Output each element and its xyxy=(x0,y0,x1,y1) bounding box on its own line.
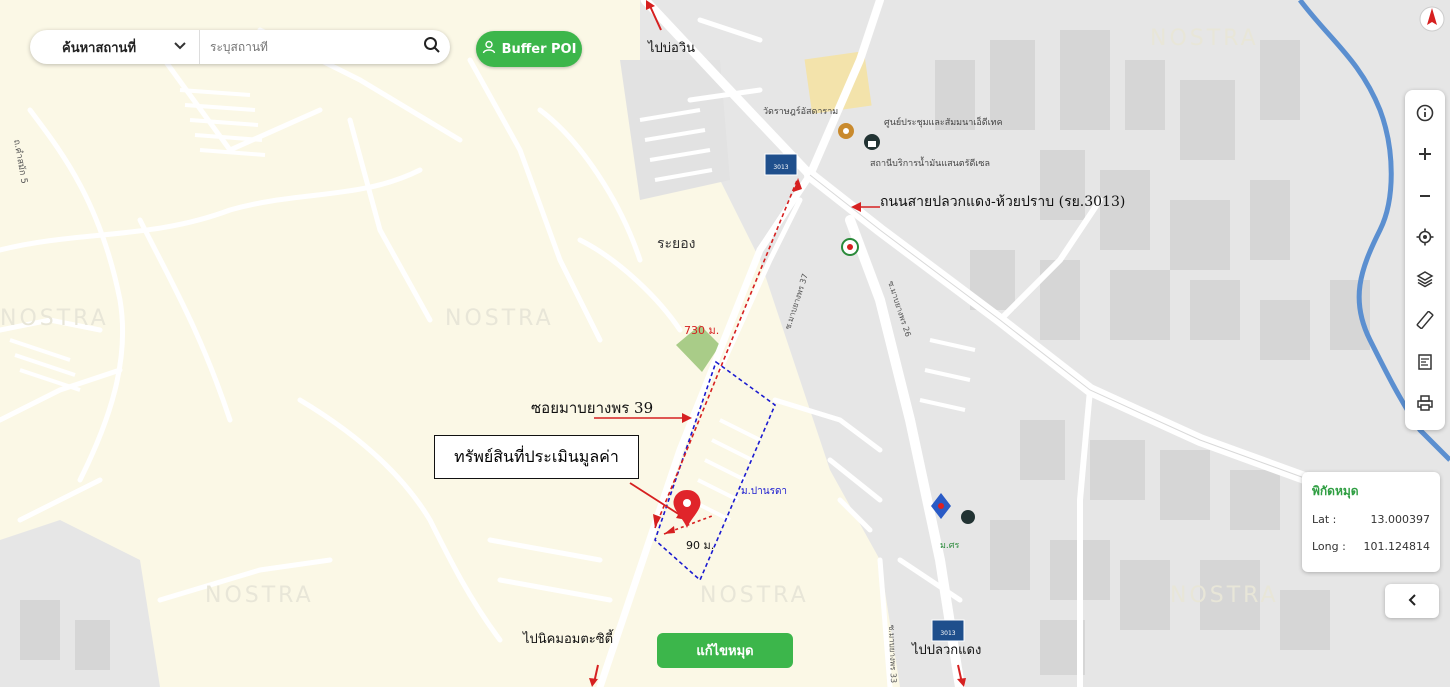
asset-annotation-label: ทรัพย์สินที่ประเมินมูลค่า xyxy=(454,446,619,466)
watermark: NOSTRA xyxy=(1150,26,1259,51)
latitude-value: 13.000397 xyxy=(1370,513,1431,526)
layers-button[interactable] xyxy=(1409,265,1441,297)
label-mpa: ม.ศร xyxy=(940,541,960,551)
zoom-out-icon xyxy=(1417,188,1433,208)
label-diesel-station: สถานีบริการน้ำมันแสนตรัดีเซล xyxy=(870,159,990,169)
svg-text:3013: 3013 xyxy=(773,164,788,171)
edit-pin-button[interactable]: แก้ไขหมุด xyxy=(657,633,793,668)
search-bar: ค้นหาสถานที่ xyxy=(30,30,450,64)
buffer-poi-label: Buffer POI xyxy=(501,41,577,57)
watermark: NOSTRA xyxy=(0,306,109,331)
watermark: NOSTRA xyxy=(1170,583,1279,608)
watermark: NOSTRA xyxy=(445,306,554,331)
label-rayong: ระยอง xyxy=(657,236,696,252)
map-export-button[interactable] xyxy=(1409,348,1441,380)
route-shield-top: 3013 xyxy=(764,153,798,176)
longitude-row: Long : 101.124814 xyxy=(1312,540,1430,553)
label-to-industrial: ไปนิคมอมตะซิตี้ xyxy=(523,632,614,647)
user-icon xyxy=(482,40,496,58)
search-icon xyxy=(423,36,441,58)
chevron-left-icon xyxy=(1407,591,1417,612)
coordinate-panel: พิกัดหมุด Lat : 13.000397 Long : 101.124… xyxy=(1302,472,1440,572)
zoom-in-button[interactable] xyxy=(1409,140,1441,172)
route-shield-bottom: 3013 xyxy=(931,619,965,642)
watermark: NOSTRA xyxy=(205,583,314,608)
search-input[interactable] xyxy=(200,40,414,54)
asset-annotation-box: ทรัพย์สินที่ประเมินมูลค่า xyxy=(434,435,639,479)
lock-poi-icon[interactable] xyxy=(864,134,880,150)
bank-poi-icon[interactable] xyxy=(961,510,975,524)
info-button[interactable] xyxy=(1409,99,1441,131)
longitude-value: 101.124814 xyxy=(1363,540,1430,553)
ruler-button[interactable] xyxy=(1409,306,1441,338)
gas-station-icon[interactable] xyxy=(841,238,859,256)
info-icon xyxy=(1416,104,1434,126)
buffer-poi-button[interactable]: Buffer POI xyxy=(476,31,582,67)
label-distance-90: 90 ม. xyxy=(686,539,715,552)
label-to-bowin: ไปบ่อวิน xyxy=(648,41,696,56)
collapse-panel-button[interactable] xyxy=(1385,584,1439,618)
watermark: NOSTRA xyxy=(700,583,809,608)
svg-text:3013: 3013 xyxy=(940,630,955,637)
map-toolbar xyxy=(1405,90,1445,430)
label-to-pluakdaeng: ไปปลวกแดง xyxy=(912,643,982,658)
latitude-label: Lat : xyxy=(1312,513,1337,526)
compass-icon xyxy=(1419,3,1445,39)
chevron-down-icon xyxy=(173,40,187,55)
layers-icon xyxy=(1416,270,1434,292)
label-village: ม.ปานรดา xyxy=(741,486,788,497)
label-soi: ซอยมาบยางพร 39 xyxy=(531,399,654,417)
temple-icon[interactable] xyxy=(838,123,854,139)
print-icon xyxy=(1416,394,1434,416)
label-temple: วัดราษฎร์อัสดาราม xyxy=(763,107,839,117)
longitude-label: Long : xyxy=(1312,540,1346,553)
search-category-label: ค้นหาสถานที่ xyxy=(62,40,137,56)
latitude-row: Lat : 13.000397 xyxy=(1312,513,1430,526)
label-conference-center: ศูนย์ประชุมและสัมมนาเอ็ดีเทค xyxy=(884,118,1003,128)
coordinate-title: พิกัดหมุด xyxy=(1312,484,1359,498)
locate-icon xyxy=(1416,228,1434,250)
print-button[interactable] xyxy=(1409,389,1441,421)
zoom-out-button[interactable] xyxy=(1409,182,1441,214)
map-canvas[interactable]: NOSTRA NOSTRA NOSTRA NOSTRA NOSTRA NOSTR… xyxy=(0,0,1450,687)
locate-button[interactable] xyxy=(1409,223,1441,255)
compass-button[interactable] xyxy=(1418,4,1446,38)
ruler-icon xyxy=(1416,311,1434,333)
zoom-in-icon xyxy=(1417,146,1433,166)
search-category-select[interactable]: ค้นหาสถานที่ xyxy=(30,30,200,64)
label-road-main: ถนนสายปลวกแดง-ห้วยปราบ (รย.3013) xyxy=(880,194,1126,210)
map-export-icon xyxy=(1416,353,1434,375)
label-distance-730: 730 ม. xyxy=(684,324,720,337)
edit-pin-label: แก้ไขหมุด xyxy=(696,644,754,659)
search-button[interactable] xyxy=(414,30,450,64)
